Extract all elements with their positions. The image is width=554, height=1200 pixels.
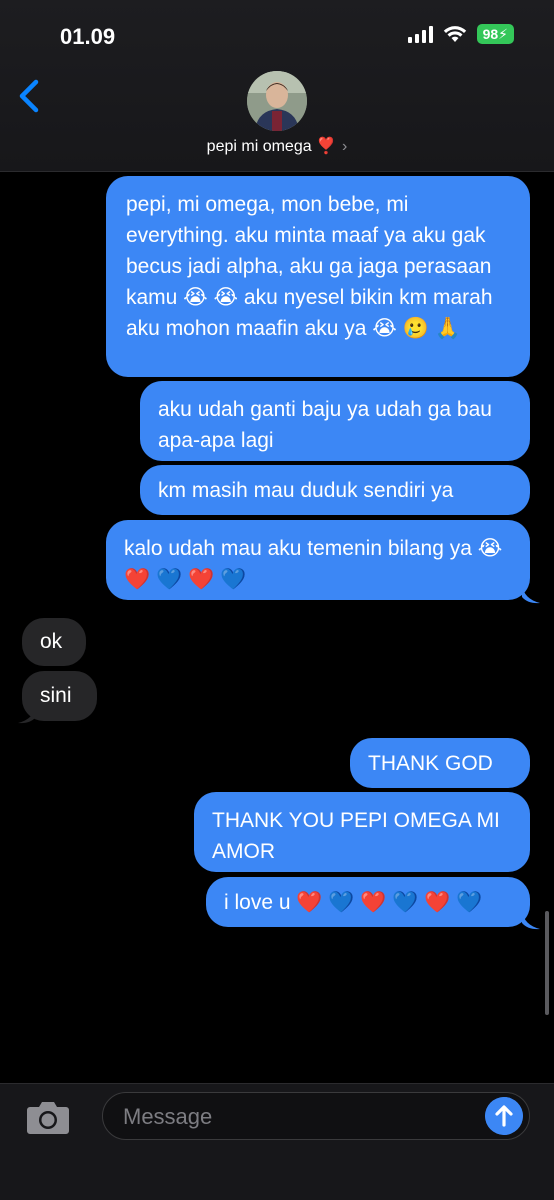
message-bubble-sent[interactable]: THANK YOU PEPI OMEGA MI AMOR xyxy=(194,792,530,872)
message-bubble-sent[interactable]: pepi, mi omega, mon bebe, mi everything.… xyxy=(106,176,530,377)
conversation-header: 01.09 98⚡ pepi mi omega ❣️ › xyxy=(0,0,554,172)
cellular-signal-icon xyxy=(407,25,433,43)
wifi-icon xyxy=(443,26,466,42)
message-text: i love u ❤️ 💙 ❤️ 💙 ❤️ 💙 xyxy=(224,891,483,914)
chevron-left-icon[interactable] xyxy=(14,76,44,116)
chevron-right-icon: › xyxy=(341,138,348,155)
contact-avatar[interactable] xyxy=(247,71,307,131)
camera-icon[interactable] xyxy=(25,1098,71,1136)
bubble-tail xyxy=(522,911,540,930)
bubble-tail xyxy=(18,705,36,724)
scrollbar[interactable] xyxy=(545,911,549,1015)
battery-indicator: 98⚡ xyxy=(476,24,514,44)
message-bubble-sent[interactable]: kalo udah mau aku temenin bilang ya 😭 ❤️… xyxy=(106,520,530,600)
message-text: THANK YOU PEPI OMEGA MI AMOR xyxy=(212,809,500,863)
message-text: sini xyxy=(40,684,72,707)
message-input[interactable]: Message xyxy=(102,1092,530,1140)
bubble-tail xyxy=(522,585,540,604)
message-text: THANK GOD xyxy=(368,752,493,775)
contact-name: pepi mi omega ❣️ xyxy=(206,138,336,155)
contact-name-button[interactable]: pepi mi omega ❣️ › xyxy=(0,136,554,156)
message-bubble-received[interactable]: ok xyxy=(22,618,86,666)
message-input-placeholder: Message xyxy=(123,1104,213,1129)
message-text: ok xyxy=(40,630,63,653)
message-bubble-sent[interactable]: km masih mau duduk sendiri ya xyxy=(140,465,530,515)
message-bubble-sent[interactable]: aku udah ganti baju ya udah ga bau apa-a… xyxy=(140,381,530,461)
message-text: kalo udah mau aku temenin bilang ya 😭 ❤️… xyxy=(124,537,503,591)
battery-level: 98 xyxy=(482,26,499,42)
status-indicators: 98⚡ xyxy=(407,24,514,44)
message-bubble-sent[interactable]: THANK GOD xyxy=(350,738,530,788)
status-time: 01.09 xyxy=(60,24,116,49)
message-bubble-sent[interactable]: i love u ❤️ 💙 ❤️ 💙 ❤️ 💙 xyxy=(206,877,530,927)
message-text: aku udah ganti baju ya udah ga bau apa-a… xyxy=(158,398,492,452)
message-text: km masih mau duduk sendiri ya xyxy=(158,479,454,502)
message-text: pepi, mi omega, mon bebe, mi everything.… xyxy=(126,193,493,340)
arrow-up-icon[interactable] xyxy=(485,1097,523,1135)
avatar-photo xyxy=(247,71,307,131)
